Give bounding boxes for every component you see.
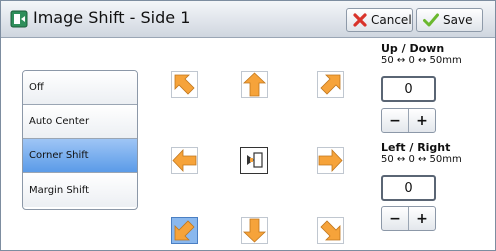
option-off[interactable]: Off (23, 71, 137, 105)
up-down-title: Up / Down (381, 42, 445, 55)
left-right-range: 50 ↔ 0 ↔ 50mm (381, 154, 462, 165)
image-shift-window: Image Shift - Side 1 Cancel Save Off Aut… (0, 0, 496, 251)
left-right-plus-button[interactable]: + (409, 207, 435, 230)
checkmark-icon (423, 13, 439, 27)
left-right-label: Left / Right 50 ↔ 0 ↔ 50mm (381, 142, 462, 166)
arrow-left-icon[interactable] (171, 147, 198, 174)
arrow-right-icon[interactable] (317, 147, 344, 174)
save-label: Save (443, 13, 473, 27)
up-down-stepper: − + (381, 108, 436, 133)
option-auto-center[interactable]: Auto Center (23, 105, 137, 139)
document-position-indicator (240, 147, 268, 174)
left-right-value-field[interactable]: 0 (381, 175, 436, 201)
page-title: Image Shift - Side 1 (33, 8, 191, 27)
option-label: Auto Center (29, 116, 90, 127)
up-down-label: Up / Down 50 ↔ 0 ↔ 50mm (381, 43, 462, 67)
option-corner-shift[interactable]: Corner Shift (23, 139, 137, 173)
document-shift-icon (247, 152, 263, 168)
arrow-down-right-icon[interactable] (317, 217, 344, 244)
arrow-up-icon[interactable] (241, 71, 268, 98)
save-button[interactable]: Save (416, 8, 483, 32)
cancel-label: Cancel (371, 13, 412, 27)
up-down-plus-button[interactable]: + (409, 109, 435, 132)
option-label: Margin Shift (29, 184, 90, 196)
up-down-minus-button[interactable]: − (382, 109, 409, 132)
up-down-value-field[interactable]: 0 (381, 76, 436, 102)
cancel-x-icon (353, 13, 367, 27)
arrow-up-left-icon[interactable] (171, 71, 198, 98)
image-shift-icon (10, 10, 28, 28)
title-bar: Image Shift - Side 1 Cancel Save (1, 1, 495, 38)
shift-mode-list: Off Auto Center Corner Shift Margin Shif… (22, 70, 138, 210)
arrow-up-right-icon[interactable] (317, 71, 344, 98)
up-down-range: 50 ↔ 0 ↔ 50mm (381, 55, 462, 66)
cancel-button[interactable]: Cancel (346, 8, 413, 32)
option-margin-shift[interactable]: Margin Shift (23, 173, 137, 207)
option-label: Off (29, 82, 44, 93)
left-right-minus-button[interactable]: − (382, 207, 409, 230)
arrow-down-left-icon[interactable] (171, 217, 198, 244)
option-label: Corner Shift (29, 150, 89, 161)
arrow-down-icon[interactable] (241, 217, 268, 244)
left-right-stepper: − + (381, 206, 436, 231)
left-right-title: Left / Right (381, 141, 451, 154)
